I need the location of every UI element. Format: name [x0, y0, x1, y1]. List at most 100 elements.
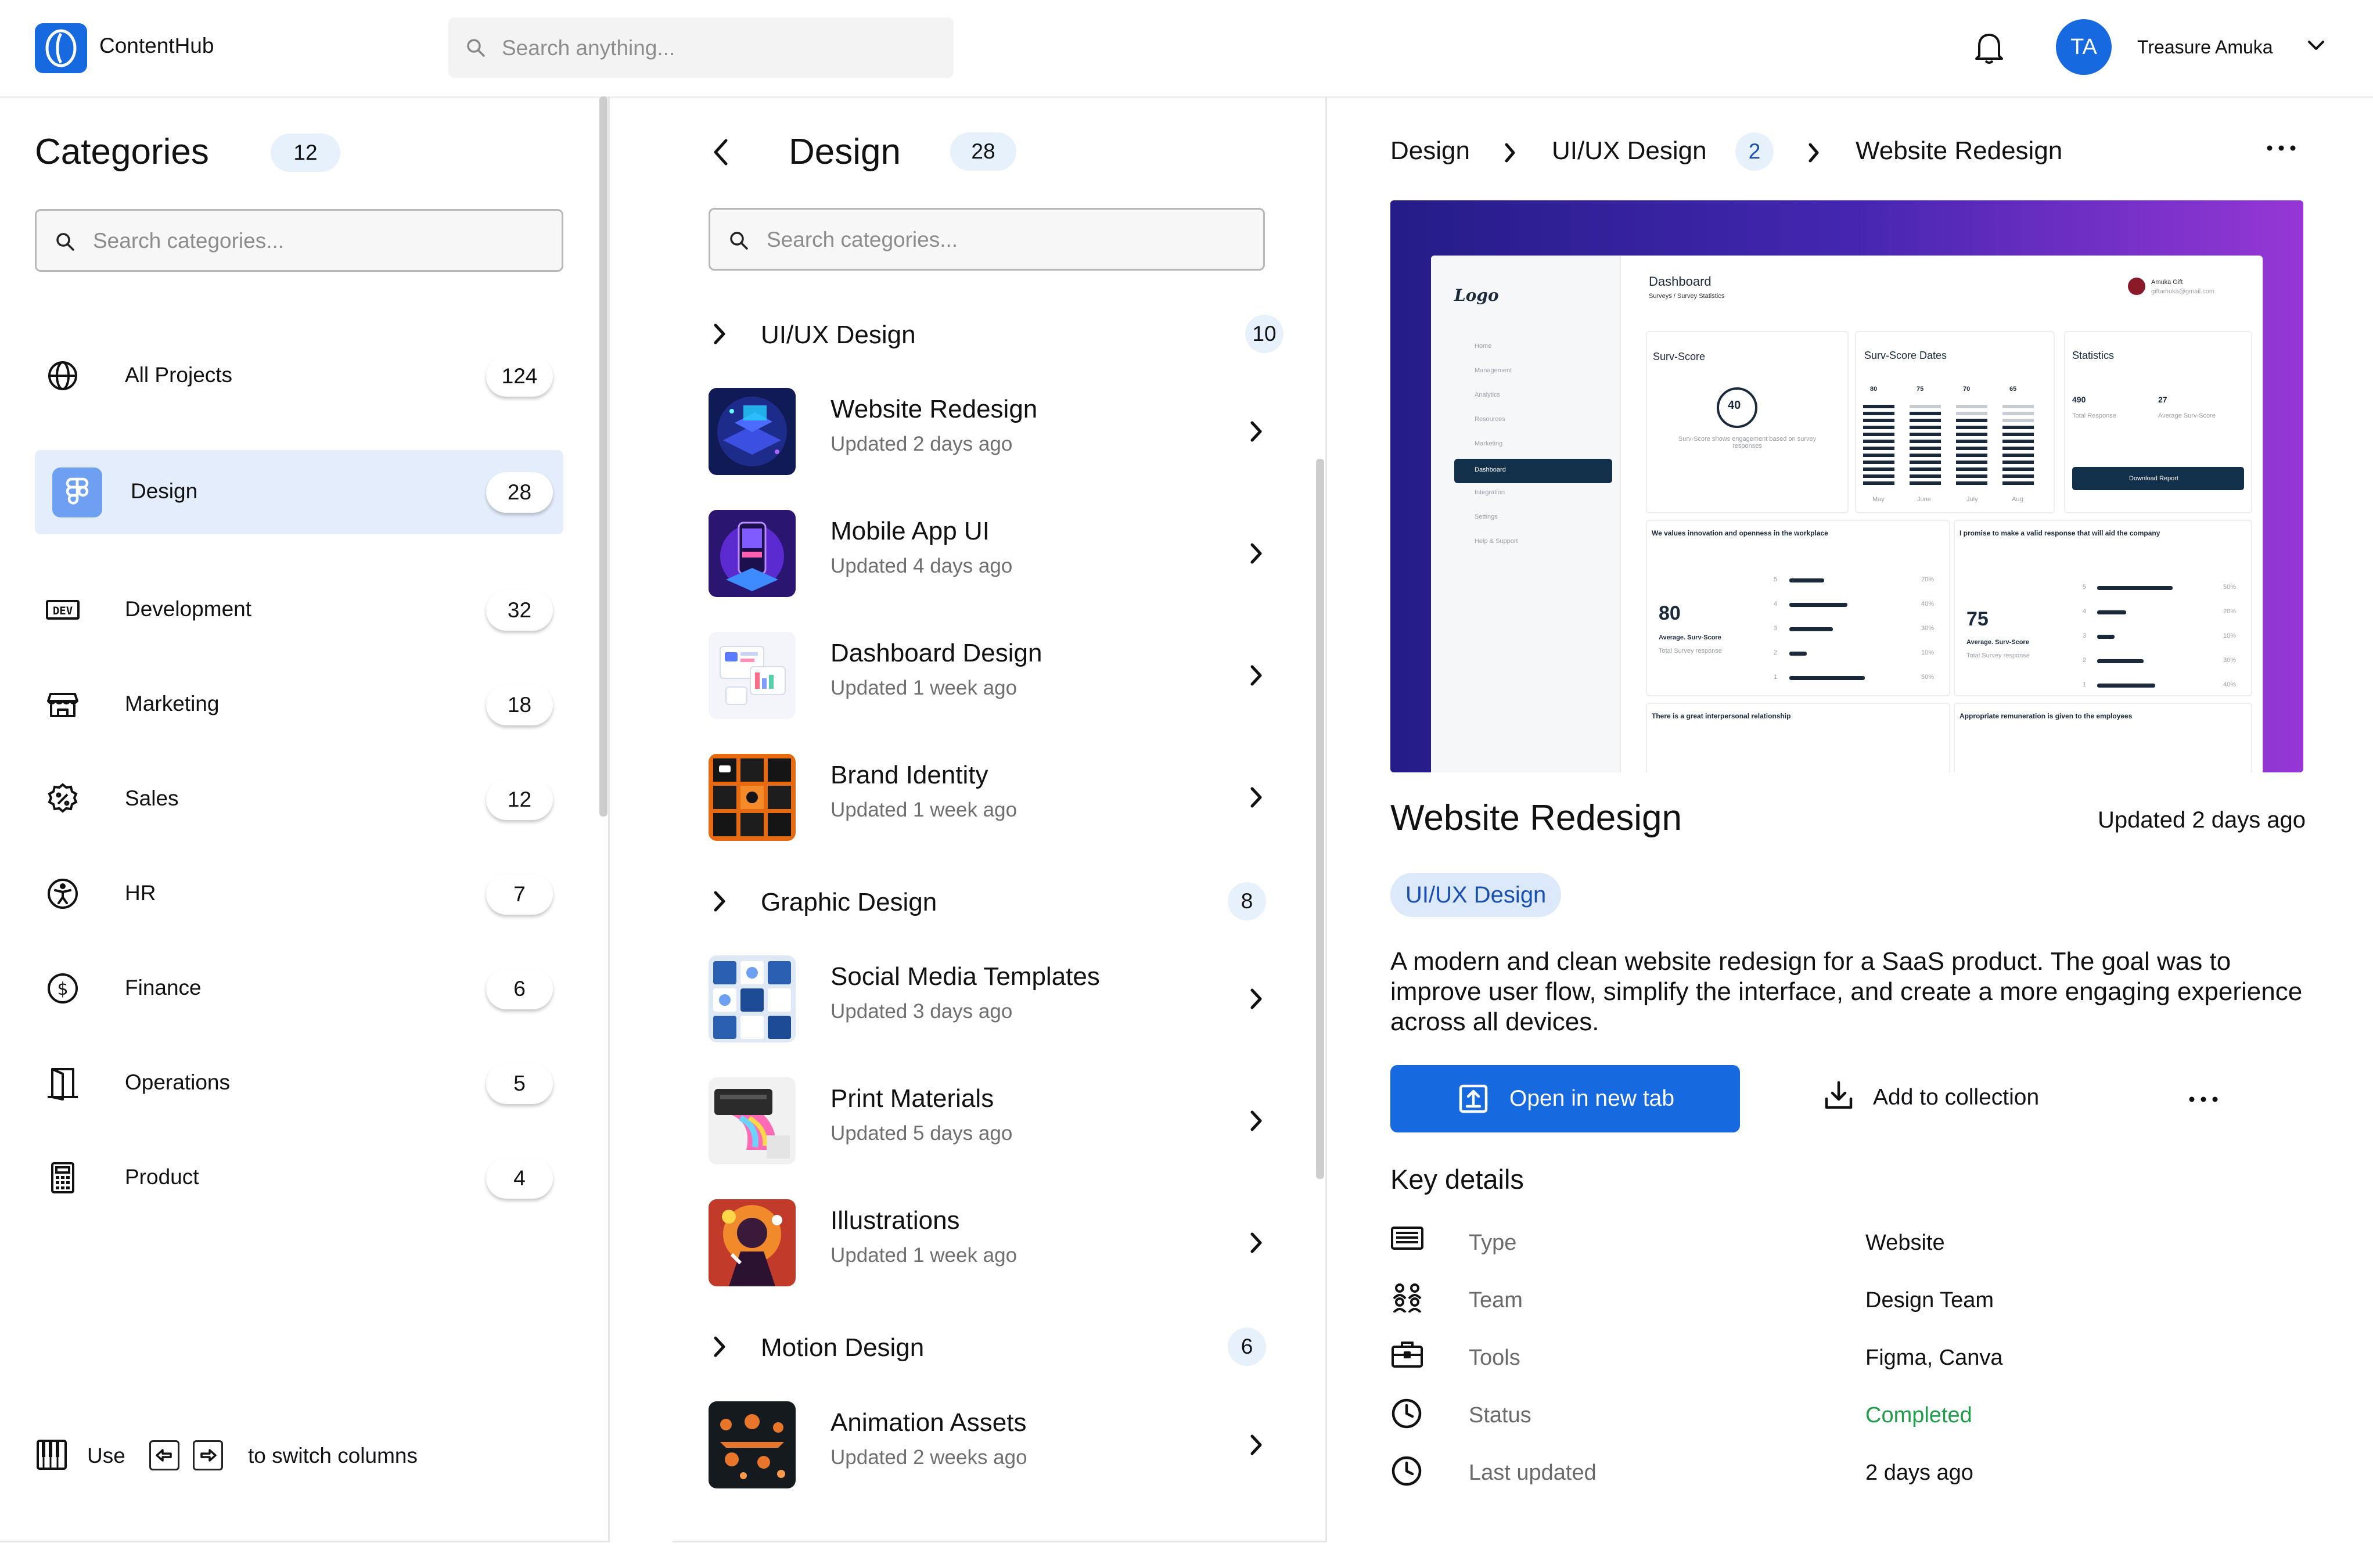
- preview-percent: 10%: [2223, 632, 2237, 639]
- key-detail-label: Last updated: [1469, 1461, 1597, 1485]
- add-to-collection-label: Add to collection: [1873, 1085, 2040, 1110]
- categories-scrollbar[interactable]: [599, 96, 607, 817]
- item-updated: Updated 1 week ago: [830, 799, 1017, 821]
- key-detail-value: Website: [1865, 1231, 1945, 1255]
- global-search-input[interactable]: [501, 17, 944, 79]
- category-hr[interactable]: HR 7: [35, 852, 563, 936]
- list-item-social-media-templates[interactable]: Social Media Templates Updated 3 days ag…: [709, 955, 1266, 1048]
- category-label: Product: [125, 1165, 199, 1189]
- app-logo-icon[interactable]: [35, 23, 87, 73]
- category-operations[interactable]: Operations 5: [35, 1041, 563, 1125]
- category-tag[interactable]: UI/UX Design: [1390, 873, 1562, 917]
- chevron-right-icon: [1245, 1107, 1266, 1134]
- detail-description: A modern and clean website redesign for …: [1390, 947, 2303, 1036]
- more-options-icon[interactable]: [2266, 142, 2296, 154]
- category-all-projects[interactable]: All Projects 124: [35, 334, 563, 418]
- preview-nav-item: Integration: [1475, 489, 1505, 496]
- design-search[interactable]: [709, 208, 1265, 271]
- thumbnail-brand-identity: [709, 754, 796, 841]
- categories-search-input[interactable]: [92, 211, 535, 271]
- group-ui-ux-design[interactable]: UI/UX Design 10: [709, 308, 1283, 360]
- category-label: Operations: [125, 1070, 230, 1094]
- list-item-illustrations[interactable]: Illustrations Updated 1 week ago: [709, 1199, 1266, 1292]
- preview-percent: 40%: [2223, 681, 2237, 688]
- design-count: 28: [950, 132, 1016, 171]
- preview-hbar-chart: [1789, 578, 1865, 680]
- group-motion-design[interactable]: Motion Design 6: [709, 1321, 1266, 1373]
- chevron-right-icon: [1245, 418, 1266, 445]
- category-count: 6: [486, 969, 553, 1009]
- preview-nav-item: Marketing: [1475, 440, 1503, 447]
- dollar-circle-icon: $: [45, 971, 80, 1006]
- breadcrumb-ui-ux-design[interactable]: UI/UX Design: [1552, 136, 1707, 166]
- item-updated: Updated 2 days ago: [830, 433, 1013, 455]
- category-count: 12: [486, 779, 553, 820]
- key-detail-value: Design Team: [1865, 1288, 1994, 1312]
- list-item-website-redesign[interactable]: Website Redesign Updated 2 days ago: [709, 388, 1266, 481]
- categories-count: 12: [271, 134, 340, 172]
- top-bar: [0, 0, 2373, 98]
- item-updated: Updated 3 days ago: [830, 1000, 1013, 1023]
- categories-search[interactable]: [35, 209, 563, 272]
- piano-keys-icon: [36, 1439, 67, 1470]
- preview-nav-item: Home: [1475, 343, 1492, 350]
- user-name[interactable]: Treasure Amuka: [2137, 37, 2273, 58]
- open-in-new-tab-label: Open in new tab: [1509, 1086, 1675, 1111]
- list-item-brand-identity[interactable]: Brand Identity Updated 1 week ago: [709, 754, 1266, 847]
- chevron-right-icon: [1501, 141, 1519, 164]
- preview-crumb: Surveys / Survey Statistics: [1649, 293, 1725, 300]
- category-product[interactable]: Product 4: [35, 1136, 563, 1220]
- breadcrumb-design[interactable]: Design: [1390, 136, 1470, 166]
- preview-user-name: Amuka Gift: [2151, 279, 2183, 286]
- breadcrumb-website-redesign: Website Redesign: [1856, 136, 2063, 165]
- group-count: 10: [1245, 315, 1283, 353]
- column-divider: [1325, 96, 1327, 1542]
- preview-download-label: Download Report: [2129, 475, 2178, 482]
- calculator-icon: [45, 1160, 80, 1195]
- download-icon: [1824, 1080, 1854, 1110]
- more-options-icon[interactable]: [2188, 1094, 2219, 1105]
- project-preview-image[interactable]: Logo Home Management Analytics Resources…: [1390, 200, 2303, 772]
- chevron-right-icon: [1245, 1229, 1266, 1256]
- design-scrollbar[interactable]: [1316, 459, 1324, 1179]
- list-item-mobile-app-ui[interactable]: Mobile App UI Updated 4 days ago: [709, 510, 1266, 603]
- search-icon: [466, 38, 486, 57]
- category-design[interactable]: Design 28: [35, 450, 563, 534]
- list-item-print-materials[interactable]: Print Materials Updated 5 days ago: [709, 1077, 1266, 1170]
- dev-icon: DEV: [45, 592, 80, 627]
- preview-question: Appropriate remuneration is given to the…: [1959, 712, 2133, 720]
- storefront-icon: [45, 687, 80, 722]
- preview-stat-value: 490: [2072, 395, 2086, 404]
- preview-month: June: [1917, 496, 1931, 503]
- key-detail-last-updated: Last updated 2 days ago: [1390, 1448, 2261, 1494]
- briefcase-icon: [1390, 1340, 1424, 1369]
- bell-icon[interactable]: [1973, 30, 2005, 65]
- back-chevron-icon[interactable]: [710, 137, 733, 167]
- list-item-dashboard-design[interactable]: Dashboard Design Updated 1 week ago: [709, 632, 1266, 725]
- preview-card-q2: I promise to make a valid response that …: [1954, 520, 2252, 696]
- category-count: 124: [486, 356, 553, 397]
- category-development[interactable]: DEV Development 32: [35, 568, 563, 652]
- list-item-animation-assets[interactable]: Animation Assets Updated 2 weeks ago: [709, 1401, 1266, 1494]
- globe-icon: [45, 358, 80, 393]
- search-icon: [729, 231, 749, 250]
- group-graphic-design[interactable]: Graphic Design 8: [709, 875, 1266, 927]
- clock-icon: [1390, 1455, 1423, 1487]
- detail-updated: Updated 2 days ago: [2098, 807, 2306, 833]
- avatar[interactable]: TA: [2056, 19, 2112, 75]
- preview-nav-item: Resources: [1475, 416, 1505, 423]
- global-search[interactable]: [448, 17, 954, 79]
- design-search-input[interactable]: [765, 210, 1209, 270]
- open-in-new-tab-button[interactable]: Open in new tab: [1390, 1065, 1740, 1132]
- key-detail-status: Status Completed: [1390, 1390, 2261, 1437]
- category-sales[interactable]: Sales 12: [35, 757, 563, 841]
- chevron-right-icon: [1245, 784, 1266, 811]
- chevron-right-icon: [709, 321, 729, 347]
- category-finance[interactable]: $ Finance 6: [35, 947, 563, 1031]
- item-title: Animation Assets: [830, 1408, 1027, 1437]
- preview-question: There is a great interpersonal relations…: [1652, 712, 1791, 720]
- preview-card-q4: Appropriate remuneration is given to the…: [1954, 703, 2252, 772]
- preview-stat-label: Total Response: [2072, 412, 2116, 419]
- category-marketing[interactable]: Marketing 18: [35, 663, 563, 747]
- chevron-down-icon[interactable]: [2306, 37, 2327, 55]
